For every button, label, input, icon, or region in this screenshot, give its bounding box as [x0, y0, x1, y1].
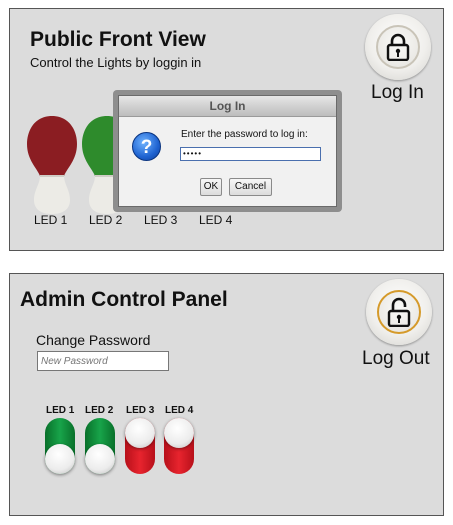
led-label: LED 1 [34, 213, 68, 227]
dialog-message: Enter the password to log in: [181, 129, 308, 140]
toggle-knob[interactable] [45, 444, 75, 474]
toggle-label: LED 3 [126, 405, 155, 416]
cancel-button[interactable]: Cancel [229, 178, 272, 196]
dialog-body: Log In ? Enter the password to log in: •… [118, 95, 337, 207]
toggle-label: LED 2 [85, 405, 114, 416]
toggle-label: LED 1 [46, 405, 75, 416]
new-password-input[interactable] [37, 351, 169, 371]
public-front-panel: Public Front View Control the Lights by … [9, 8, 444, 251]
admin-title: Admin Control Panel [20, 288, 228, 311]
toggle-knob[interactable] [164, 418, 194, 448]
led-2-toggle[interactable] [85, 418, 115, 474]
change-password-label: Change Password [36, 332, 151, 348]
password-field[interactable]: ••••• [180, 147, 321, 161]
login-button[interactable] [365, 14, 431, 80]
led-label: LED 3 [144, 213, 178, 227]
login-label[interactable]: Log In [371, 82, 424, 104]
question-icon: ? [132, 132, 161, 161]
toggle-knob[interactable] [85, 444, 115, 474]
led-4-toggle[interactable] [164, 418, 194, 474]
admin-control-panel: Admin Control Panel Log Out Change Passw… [9, 273, 444, 516]
ok-button[interactable]: OK [200, 178, 222, 196]
dialog-titlebar: Log In [119, 96, 336, 117]
toggle-label: LED 4 [165, 405, 194, 416]
led-label: LED 2 [89, 213, 123, 227]
login-dialog: Log In ? Enter the password to log in: •… [113, 90, 342, 212]
led-1-toggle[interactable] [45, 418, 75, 474]
led-label: LED 4 [199, 213, 233, 227]
logout-button[interactable] [366, 279, 432, 345]
front-title: Public Front View [30, 28, 206, 51]
led-3-toggle[interactable] [125, 418, 155, 474]
front-subtitle: Control the Lights by loggin in [30, 55, 202, 70]
logout-label[interactable]: Log Out [362, 348, 430, 370]
lock-open-icon [377, 290, 421, 334]
led-1-bulb-icon [27, 116, 77, 214]
lock-closed-icon [376, 25, 420, 69]
toggle-knob[interactable] [125, 418, 155, 448]
